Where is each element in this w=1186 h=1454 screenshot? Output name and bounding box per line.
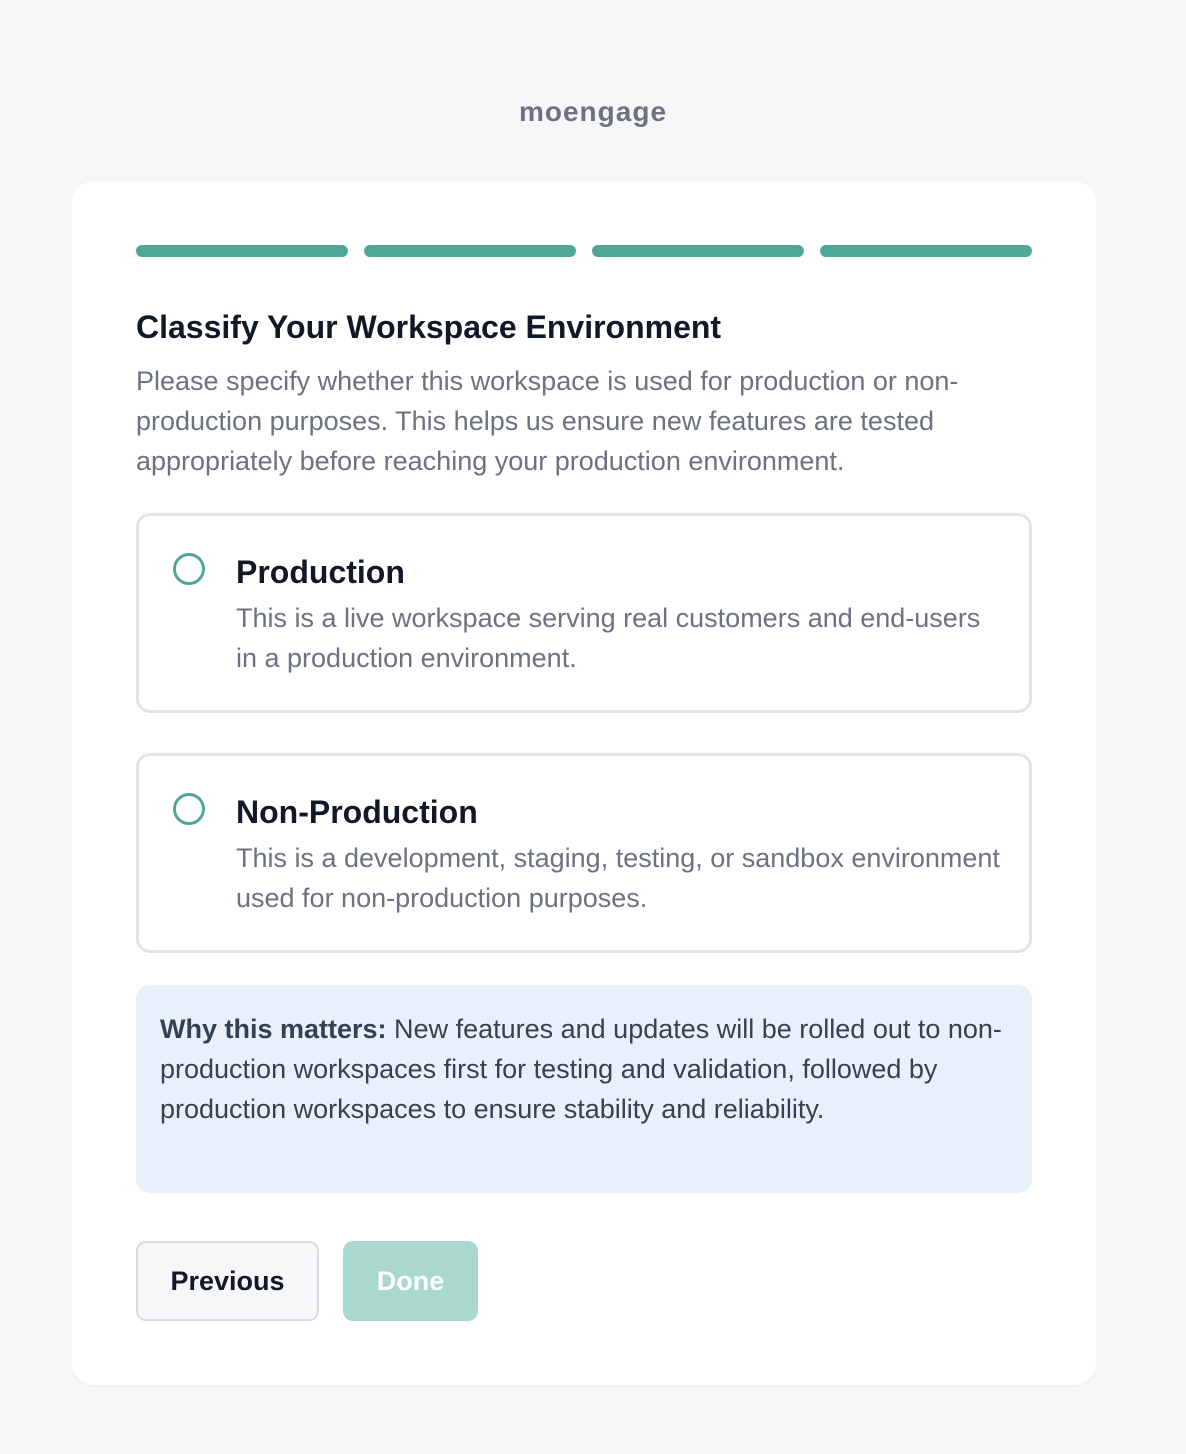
progress-segment-1 (136, 245, 348, 257)
done-button[interactable]: Done (343, 1241, 478, 1321)
info-callout-lead: Why this matters: (160, 1014, 387, 1044)
progress-segment-2 (364, 245, 576, 257)
step-progress-bar (136, 245, 1032, 257)
previous-button[interactable]: Previous (136, 1241, 319, 1321)
option-production-label: Production (236, 554, 405, 590)
brand-logo: moengage (518, 96, 668, 127)
option-non-production-description: This is a development, staging, testing,… (236, 843, 1000, 913)
step-description: Please specify whether this workspace is… (136, 366, 959, 476)
progress-segment-4 (820, 245, 1032, 257)
option-production-description: This is a live workspace serving real cu… (236, 603, 981, 673)
option-non-production-label: Non-Production (236, 794, 478, 830)
option-non-production[interactable]: Non-Production This is a development, st… (136, 753, 1032, 953)
step-title: Classify Your Workspace Environment (136, 309, 722, 345)
production-radio[interactable] (173, 553, 205, 585)
option-production[interactable]: Production This is a live workspace serv… (136, 513, 1032, 713)
non-production-radio[interactable] (173, 793, 205, 825)
onboarding-card: Classify Your Workspace Environment Plea… (72, 181, 1096, 1385)
progress-segment-3 (592, 245, 804, 257)
info-callout: Why this matters: New features and updat… (136, 985, 1032, 1193)
